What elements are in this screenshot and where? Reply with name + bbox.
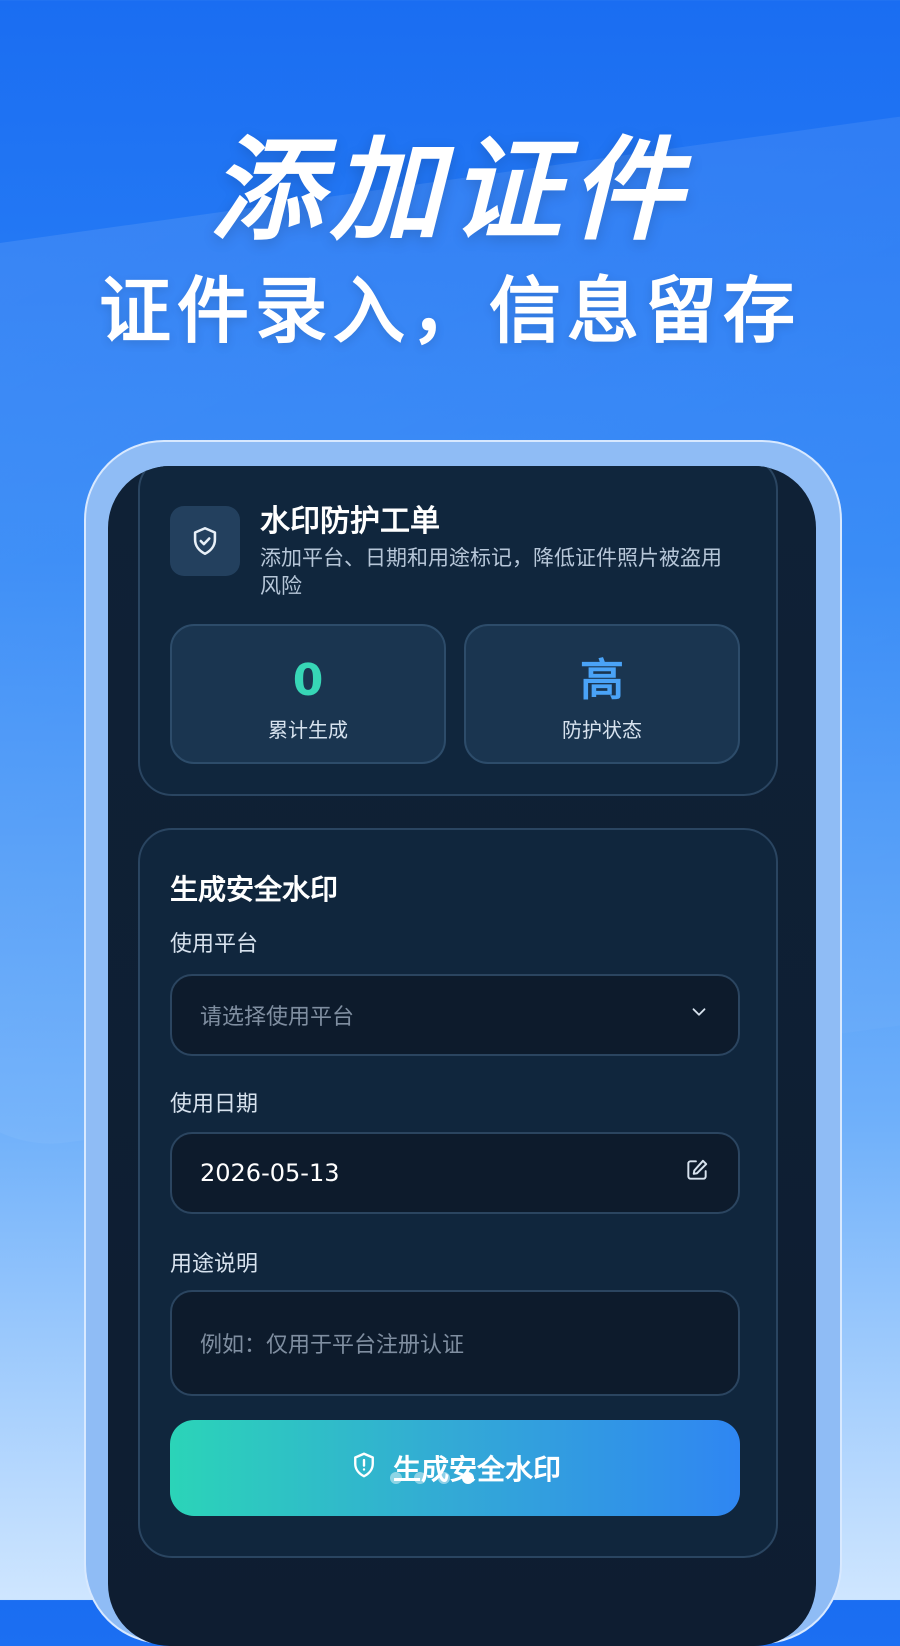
stat-total-generated: 0 累计生成: [170, 624, 446, 764]
protection-summary-card: 水印防护工单 添加平台、日期和用途标记，降低证件照片被盗用风险 0 累计生成 高…: [138, 466, 778, 796]
purpose-placeholder: 例如：仅用于平台注册认证: [200, 1333, 465, 1358]
chevron-down-icon: [688, 1001, 710, 1029]
edit-icon[interactable]: [684, 1157, 710, 1189]
platform-select[interactable]: 请选择使用平台: [170, 974, 740, 1056]
date-field[interactable]: 2026-05-13: [170, 1132, 740, 1214]
stat-label: 防护状态: [562, 718, 642, 742]
page-dot: [414, 1472, 426, 1484]
date-value: 2026-05-13: [200, 1159, 340, 1187]
stat-label: 累计生成: [268, 718, 348, 742]
platform-label: 使用平台: [170, 932, 259, 957]
stat-value: 0: [292, 655, 324, 706]
page-dot: [438, 1472, 450, 1484]
platform-placeholder: 请选择使用平台: [200, 1005, 355, 1030]
purpose-label: 用途说明: [170, 1252, 259, 1277]
watermark-form-card: 生成安全水印 使用平台 请选择使用平台 使用日期 2026-05-13 用途说明…: [138, 828, 778, 1558]
card-description: 添加平台、日期和用途标记，降低证件照片被盗用风险: [260, 546, 722, 598]
date-label: 使用日期: [170, 1092, 259, 1117]
phone-screen: 水印防护工单 添加平台、日期和用途标记，降低证件照片被盗用风险 0 累计生成 高…: [108, 466, 816, 1646]
page-dot-active: [462, 1472, 474, 1484]
page-dot: [390, 1472, 402, 1484]
shield-alert-icon: [349, 1450, 393, 1487]
hero-title: 添加证件: [210, 126, 690, 256]
card-title: 水印防护工单: [260, 504, 440, 539]
form-title: 生成安全水印: [170, 873, 339, 906]
shield-check-icon: [170, 506, 240, 576]
stat-protection-status: 高 防护状态: [464, 624, 740, 764]
generate-watermark-button[interactable]: 生成安全水印: [170, 1420, 740, 1516]
stat-value: 高: [580, 655, 624, 706]
purpose-input[interactable]: 例如：仅用于平台注册认证: [170, 1290, 740, 1396]
hero-subtitle: 证件录入，信息留存: [98, 269, 801, 353]
page-indicator: [390, 1472, 474, 1484]
